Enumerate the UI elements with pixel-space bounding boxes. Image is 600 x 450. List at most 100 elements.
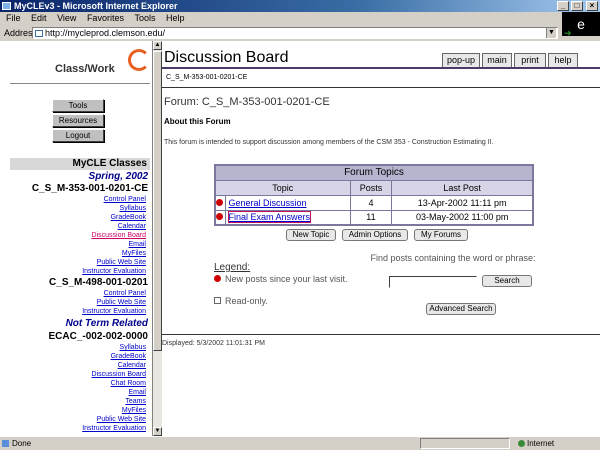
course1-link-public-web-site[interactable]: Public Web Site <box>97 258 146 267</box>
logout-button[interactable]: Logout <box>52 129 104 142</box>
course1-link-myfiles[interactable]: MyFiles <box>122 249 146 258</box>
displayed-timestamp: Displayed: 5/3/2002 11:01:31 PM <box>162 340 265 347</box>
course3-link-discussion-board[interactable]: Discussion Board <box>92 370 146 379</box>
go-button[interactable]: ➜ Go <box>564 27 598 39</box>
scroll-down-icon[interactable]: ▼ <box>153 427 162 436</box>
window-titlebar: MyCLEv3 - Microsoft Internet Explorer _ … <box>0 0 600 12</box>
my-forums-button[interactable]: My Forums <box>414 229 468 241</box>
clemson-swirl-logo-icon <box>128 49 150 71</box>
menu-file[interactable]: File <box>6 13 21 23</box>
course3-link-syllabus[interactable]: Syllabus <box>120 343 146 352</box>
last-post-date: 03-May-2002 11:00 pm <box>391 209 534 226</box>
page-title: Discussion Board <box>164 49 289 66</box>
menu-bar: File Edit View Favorites Tools Help <box>0 12 560 25</box>
tab-main[interactable]: main <box>482 53 512 67</box>
course1-link-email[interactable]: Email <box>128 240 146 249</box>
table-row: General Discussion 4 13-Apr-2002 11:11 p… <box>214 194 534 211</box>
new-posts-icon <box>214 275 221 282</box>
divider <box>162 334 600 335</box>
last-post-date: 13-Apr-2002 11:11 pm <box>391 194 534 211</box>
sidebar-title: Class/Work <box>55 63 115 75</box>
course2-link-control-panel[interactable]: Control Panel <box>104 289 146 298</box>
course3-link-gradebook[interactable]: GradeBook <box>111 352 146 361</box>
topic-link-final-exam-answers[interactable]: Final Exam Answers <box>227 211 312 224</box>
topic-link-general-discussion[interactable]: General Discussion <box>229 198 307 208</box>
status-text: Done <box>12 439 32 448</box>
course2-link-public-web-site[interactable]: Public Web Site <box>97 298 146 307</box>
new-posts-icon <box>214 194 226 211</box>
tab-help[interactable]: help <box>548 53 578 67</box>
admin-options-button[interactable]: Admin Options <box>342 229 408 241</box>
close-button[interactable]: × <box>586 1 598 11</box>
course1-link-calendar[interactable]: Calendar <box>118 222 146 231</box>
address-input[interactable]: http://mycleprod.clemson.edu/ ▼ <box>32 27 558 39</box>
course3-link-chat-room[interactable]: Chat Room <box>111 379 146 388</box>
course1-link-instructor-evaluation[interactable]: Instructor Evaluation <box>82 267 146 276</box>
menu-favorites[interactable]: Favorites <box>87 13 124 23</box>
course3-link-instructor-evaluation[interactable]: Instructor Evaluation <box>82 424 146 433</box>
course3-link-myfiles[interactable]: MyFiles <box>122 406 146 415</box>
legend-title: Legend: <box>214 262 251 273</box>
classes-heading: MyCLE Classes <box>10 158 150 170</box>
divider <box>162 87 600 88</box>
menu-tools[interactable]: Tools <box>134 13 155 23</box>
forum-topics-table: Forum Topics Topic Posts Last Post Gener… <box>214 164 534 226</box>
lock-icon <box>214 297 221 304</box>
address-bar: Address http://mycleprod.clemson.edu/ ▼ <box>0 25 562 41</box>
course-code: C_S_M-353-001-0201-CE <box>31 183 148 194</box>
course3-link-email[interactable]: Email <box>128 388 146 397</box>
go-arrow-icon: ➜ <box>564 28 572 38</box>
window-title: MyCLEv3 - Microsoft Internet Explorer <box>14 1 178 11</box>
posts-count: 4 <box>349 194 393 211</box>
ie-icon <box>2 2 11 10</box>
search-button[interactable]: Search <box>482 275 532 287</box>
course1-link-control-panel[interactable]: Control Panel <box>104 195 146 204</box>
scroll-thumb[interactable] <box>153 51 162 351</box>
tools-button[interactable]: Tools <box>52 99 104 112</box>
legend-read-only: Read-only. <box>214 296 354 306</box>
minimize-button[interactable]: _ <box>557 1 569 11</box>
sidebar-scrollbar[interactable]: ▲ ▼ <box>153 41 162 436</box>
posts-count: 11 <box>349 209 393 226</box>
status-bar: Done Internet <box>0 436 600 450</box>
forum-heading: Forum: C_S_M-353-001-0201-CE <box>164 96 330 108</box>
address-url: http://mycleprod.clemson.edu/ <box>45 28 166 38</box>
course3-link-teams[interactable]: Teams <box>125 397 146 406</box>
tab-popup[interactable]: pop-up <box>442 53 480 67</box>
term-label: Spring, 2002 <box>88 171 148 182</box>
menu-view[interactable]: View <box>57 13 76 23</box>
menu-edit[interactable]: Edit <box>31 13 47 23</box>
search-input[interactable] <box>389 276 477 288</box>
address-dropdown-icon[interactable]: ▼ <box>546 28 556 38</box>
main-content: Discussion Board pop-up main print help … <box>162 41 600 436</box>
about-description: This forum is intended to support discus… <box>164 139 494 146</box>
resources-button[interactable]: Resources <box>52 114 104 127</box>
page-done-icon <box>2 440 9 447</box>
scroll-up-icon[interactable]: ▲ <box>153 41 162 50</box>
internet-zone-icon <box>518 440 525 447</box>
find-posts-label: Find posts containing the word or phrase… <box>370 253 536 263</box>
header-rule <box>162 67 600 69</box>
maximize-button[interactable]: □ <box>571 1 583 11</box>
zone-label: Internet <box>527 439 555 448</box>
column-header-posts: Posts <box>349 179 393 196</box>
sidebar-header: Class/Work <box>10 43 150 83</box>
status-panel <box>420 438 510 449</box>
new-topic-button[interactable]: New Topic <box>286 229 336 241</box>
course2-link-instructor-evaluation[interactable]: Instructor Evaluation <box>82 307 146 316</box>
menu-help[interactable]: Help <box>166 13 185 23</box>
column-header-topic: Topic <box>214 179 351 196</box>
course3-link-public-web-site[interactable]: Public Web Site <box>97 415 146 424</box>
course-code: C_S_M-498-001-0201 <box>49 277 148 288</box>
sidebar-divider <box>10 83 150 84</box>
course1-link-gradebook[interactable]: GradeBook <box>111 213 146 222</box>
new-posts-icon <box>214 209 226 226</box>
advanced-search-button[interactable]: Advanced Search <box>426 303 496 315</box>
course1-link-discussion-board[interactable]: Discussion Board <box>92 231 146 240</box>
term-label: Not Term Related <box>65 318 148 329</box>
course-code-label: C_S_M-353-001-0201-CE <box>166 74 248 81</box>
tab-print[interactable]: print <box>514 53 546 67</box>
course3-link-calendar[interactable]: Calendar <box>118 361 146 370</box>
course1-link-syllabus[interactable]: Syllabus <box>120 204 146 213</box>
go-label: Go <box>574 28 587 38</box>
